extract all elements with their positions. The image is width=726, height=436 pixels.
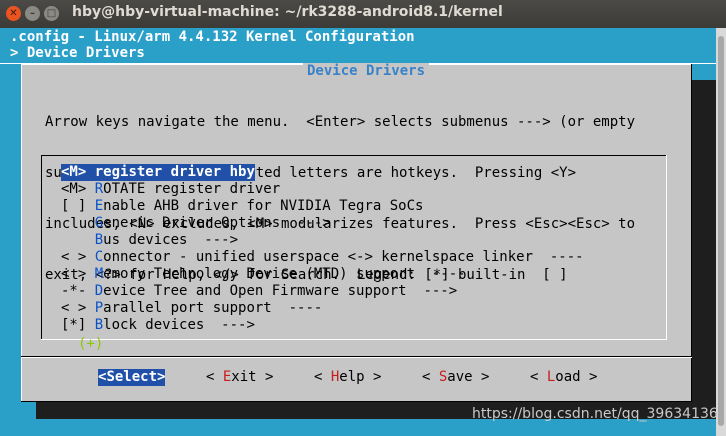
menu-item-state: < > bbox=[61, 300, 95, 316]
menu-item-label: arallel port support ---- bbox=[103, 300, 323, 316]
menu-item-hotkey: B bbox=[94, 317, 104, 333]
button-label-part: > bbox=[256, 369, 274, 385]
exit-button[interactable]: < Exit > bbox=[206, 369, 273, 386]
menu-item-state bbox=[61, 232, 95, 248]
config-header: .config - Linux/arm 4.4.132 Kernel Confi… bbox=[10, 29, 415, 45]
menu-item[interactable]: <M> ROTATE register driver bbox=[61, 181, 280, 198]
menu-item-hotkey: E bbox=[94, 198, 104, 214]
menu-item-label: nable AHB driver for NVIDIA Tegra SoCs bbox=[103, 198, 424, 214]
window-titlebar: ✕ – □ hby@hby-virtual-machine: ~/rk3288-… bbox=[0, 0, 726, 28]
menu-item-label: lock devices ---> bbox=[103, 317, 255, 333]
menu-item-hotkey: D bbox=[94, 283, 104, 299]
menu-item-hotkey: r bbox=[94, 164, 104, 180]
button-label-part: > bbox=[580, 369, 598, 385]
menu-item-label: evice Tree and Open Firmware support ---… bbox=[103, 283, 458, 299]
dialog-title: Device Drivers bbox=[303, 63, 430, 80]
menu-item-hotkey: P bbox=[94, 300, 104, 316]
menu-item[interactable]: -*- Device Tree and Open Firmware suppor… bbox=[61, 283, 457, 300]
button-label-part: < bbox=[422, 369, 439, 385]
button-label-part: xit bbox=[231, 369, 257, 385]
menu-item-state: < > bbox=[61, 249, 95, 265]
maximize-icon[interactable]: □ bbox=[44, 6, 59, 21]
button-label-part: > bbox=[157, 369, 166, 385]
menu-item-label: onnector - unified userspace <-> kernels… bbox=[103, 249, 584, 265]
menu-item-hotkey: G bbox=[94, 215, 104, 231]
watermark: https://blog.csdn.net/qq_39634136 bbox=[472, 406, 718, 422]
menu-item[interactable]: < > Connector - unified userspace <-> ke… bbox=[61, 249, 584, 266]
menu-item-hotkey: M bbox=[94, 266, 104, 282]
button-label-part: elect bbox=[114, 369, 158, 385]
menu-item-label: OTATE register driver bbox=[103, 181, 281, 197]
load-button[interactable]: < Load > bbox=[530, 369, 597, 386]
button-label-part: < bbox=[206, 369, 223, 385]
close-icon[interactable]: ✕ bbox=[6, 6, 21, 21]
menu-item[interactable]: Bus devices ---> bbox=[61, 232, 238, 249]
menu-item-state: -*- bbox=[61, 283, 95, 299]
menu-item-state: <M> bbox=[61, 181, 95, 197]
button-hotkey: S bbox=[106, 369, 115, 385]
terminal-scrollbar[interactable] bbox=[716, 28, 726, 436]
menu-item-hotkey: R bbox=[94, 181, 104, 197]
minimize-icon[interactable]: – bbox=[25, 6, 40, 21]
menu-item-label: egister driver hby bbox=[103, 164, 255, 180]
menuconfig-dialog: Device Drivers Arrow keys navigate the m… bbox=[21, 63, 692, 402]
breadcrumb: > Device Drivers bbox=[10, 45, 145, 61]
menu-item-label: emory Technology Device (MTD) support --… bbox=[103, 266, 466, 282]
menu-item-state bbox=[61, 215, 95, 231]
select-button[interactable]: <Select> bbox=[98, 369, 166, 386]
help-button[interactable]: < Help > bbox=[314, 369, 381, 386]
menu-item-state: < > bbox=[61, 266, 95, 282]
menu-item[interactable]: <M> register driver hby bbox=[61, 164, 255, 181]
button-label-part: > bbox=[472, 369, 490, 385]
button-label-part: elp bbox=[339, 369, 365, 385]
menu-item-label: us devices ---> bbox=[103, 232, 239, 248]
save-button[interactable]: < Save > bbox=[422, 369, 489, 386]
menu-item-hotkey: C bbox=[94, 249, 104, 265]
button-label-part: < bbox=[314, 369, 331, 385]
menu-item[interactable]: [*] Block devices ---> bbox=[61, 317, 255, 334]
menu-item[interactable]: < > Parallel port support ---- bbox=[61, 300, 322, 317]
menu-item[interactable]: Generic Driver Options ---> bbox=[61, 215, 331, 232]
button-label-part: ave bbox=[447, 369, 473, 385]
button-label-part: > bbox=[364, 369, 382, 385]
button-label-part: < bbox=[530, 369, 547, 385]
window-title: hby@hby-virtual-machine: ~/rk3288-androi… bbox=[72, 4, 503, 20]
button-label-part: oad bbox=[555, 369, 581, 385]
more-indicator: (+) bbox=[78, 336, 104, 352]
menu-item-state: [*] bbox=[61, 317, 95, 333]
menu-item-label: eneric Driver Options ---> bbox=[103, 215, 331, 231]
menu-item-hotkey: B bbox=[94, 232, 104, 248]
menu-item-state: <M> bbox=[61, 164, 95, 180]
menu-item[interactable]: [ ] Enable AHB driver for NVIDIA Tegra S… bbox=[61, 198, 423, 215]
menu-item-state: [ ] bbox=[61, 198, 95, 214]
help-line: Arrow keys navigate the menu. <Enter> se… bbox=[45, 114, 636, 130]
menu-item[interactable]: < > Memory Technology Device (MTD) suppo… bbox=[61, 266, 466, 283]
